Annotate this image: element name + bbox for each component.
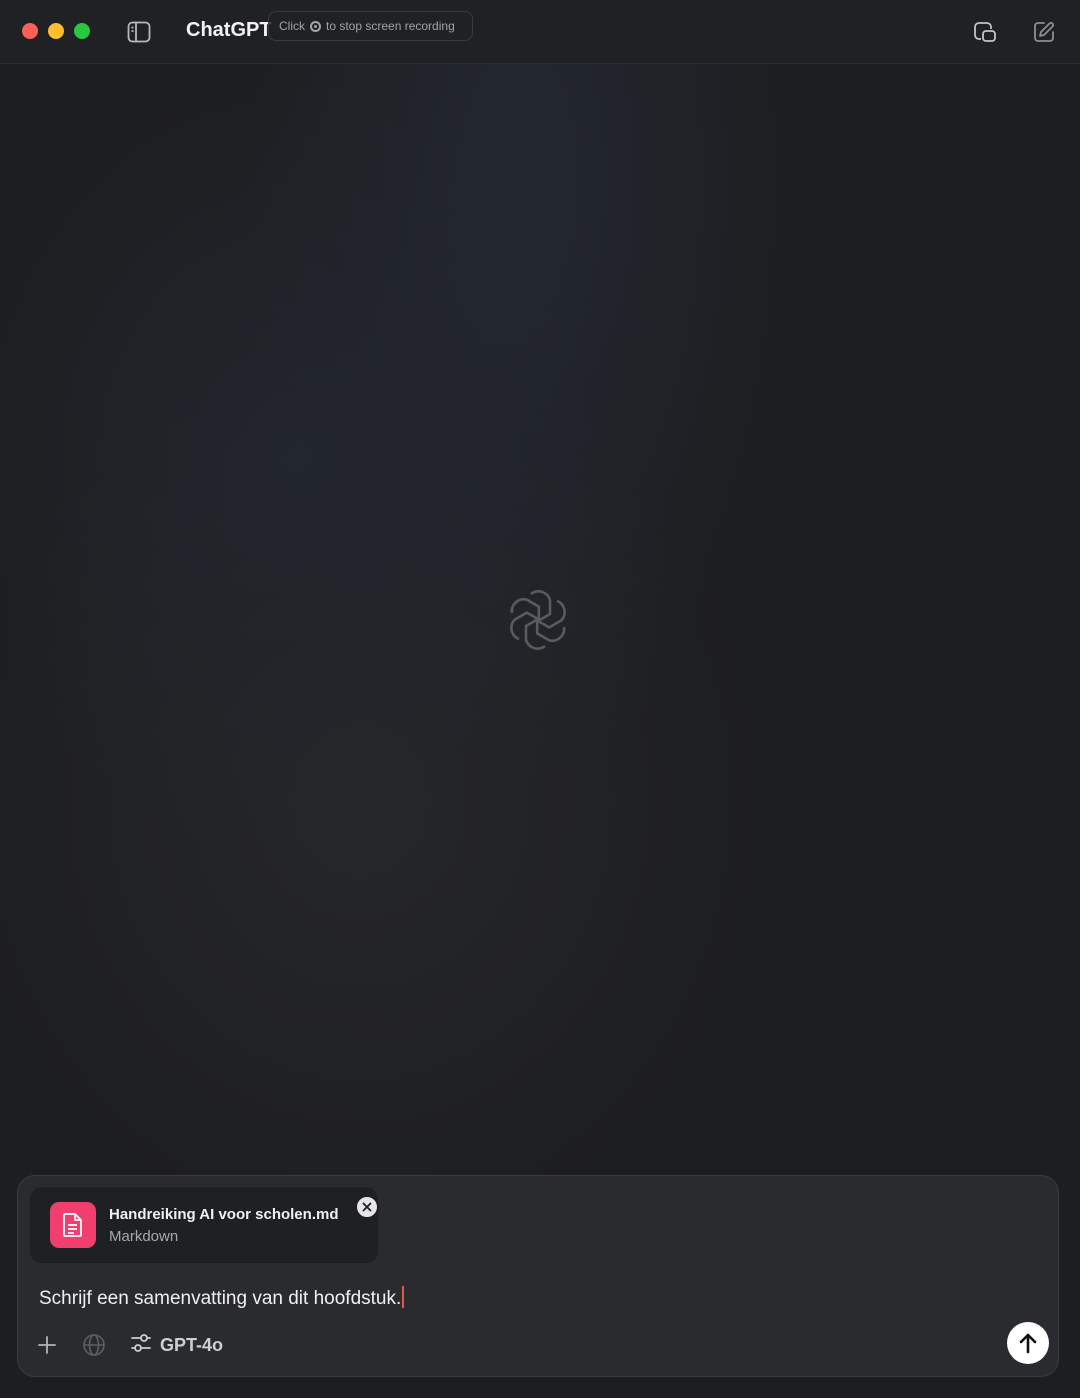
- file-attachment[interactable]: Handreiking AI voor scholen.md Markdown: [30, 1187, 379, 1263]
- model-selector-button[interactable]: GPT-4o: [130, 1330, 223, 1360]
- popout-window-icon[interactable]: [971, 18, 999, 46]
- document-icon: [50, 1202, 96, 1248]
- arrow-up-icon: [1019, 1333, 1037, 1354]
- close-icon[interactable]: [355, 1195, 379, 1219]
- recording-tip-prefix: Click: [279, 19, 305, 33]
- attachment-file-type: Markdown: [109, 1228, 179, 1245]
- attachment-file-name: Handreiking AI voor scholen.md: [109, 1206, 339, 1223]
- send-button[interactable]: [1007, 1322, 1049, 1364]
- recording-tip-suffix: to stop screen recording: [326, 19, 455, 33]
- prompt-text: Schrijf een samenvatting van dit hoofdst…: [39, 1288, 402, 1309]
- app-title: ChatGPT: [186, 19, 272, 41]
- close-window-button[interactable]: [22, 23, 38, 39]
- record-stop-icon: [310, 20, 321, 32]
- zoom-window-button[interactable]: [74, 23, 90, 39]
- screen-recording-tooltip: Click to stop screen recording: [268, 11, 473, 41]
- title-bar: ChatGPT Click to stop screen recording: [0, 0, 1080, 64]
- text-cursor: [402, 1286, 405, 1308]
- plus-icon[interactable]: [32, 1330, 62, 1360]
- sidebar-icon[interactable]: [126, 19, 152, 45]
- prompt-input[interactable]: Schrijf een samenvatting van dit hoofdst…: [39, 1286, 405, 1310]
- openai-logo-icon: [505, 587, 571, 653]
- compose-icon[interactable]: [1030, 18, 1058, 46]
- message-composer: Handreiking AI voor scholen.md Markdown …: [17, 1175, 1059, 1377]
- app-window: ChatGPT Click to stop screen recording H…: [0, 0, 1080, 1398]
- sliders-icon: [130, 1332, 152, 1359]
- minimize-window-button[interactable]: [48, 23, 64, 39]
- model-label: GPT-4o: [160, 1334, 224, 1355]
- globe-icon[interactable]: [79, 1330, 109, 1360]
